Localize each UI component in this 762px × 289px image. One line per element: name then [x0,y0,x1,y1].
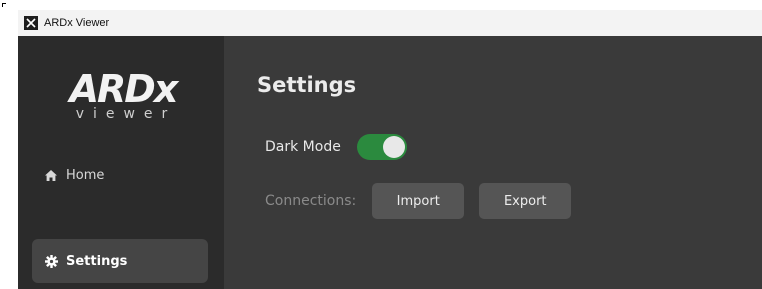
logo-sub-text: viewer [75,106,177,122]
dark-mode-label: Dark Mode [265,139,341,155]
sidebar-item-home[interactable]: Home [32,153,208,197]
gear-icon [44,254,58,268]
sidebar: ARDx viewer Home Settings [18,36,224,289]
close-x-icon [24,16,38,30]
logo-main-text: ARDx [69,67,179,111]
export-button[interactable]: Export [479,183,572,219]
window-corner-mark [2,3,6,7]
app-window: ARDx viewer Home Settings Settings Dark … [18,36,762,289]
settings-panel: Settings Dark Mode Connections: Import E… [224,36,762,289]
sidebar-item-label: Home [66,167,105,183]
sidebar-item-label: Settings [66,253,128,269]
app-logo: ARDx viewer [64,70,182,122]
title-bar: ARDx Viewer [18,10,762,36]
home-icon [44,168,58,182]
sidebar-item-settings[interactable]: Settings [32,239,208,283]
page-title: Settings [257,73,357,97]
dark-mode-row: Dark Mode [265,133,407,161]
window-title: ARDx Viewer [44,17,110,29]
connections-label: Connections: [265,193,357,209]
import-button[interactable]: Import [372,183,465,219]
toggle-knob [382,136,405,158]
connections-row: Connections: Import Export [265,183,572,219]
dark-mode-toggle[interactable] [356,134,407,160]
